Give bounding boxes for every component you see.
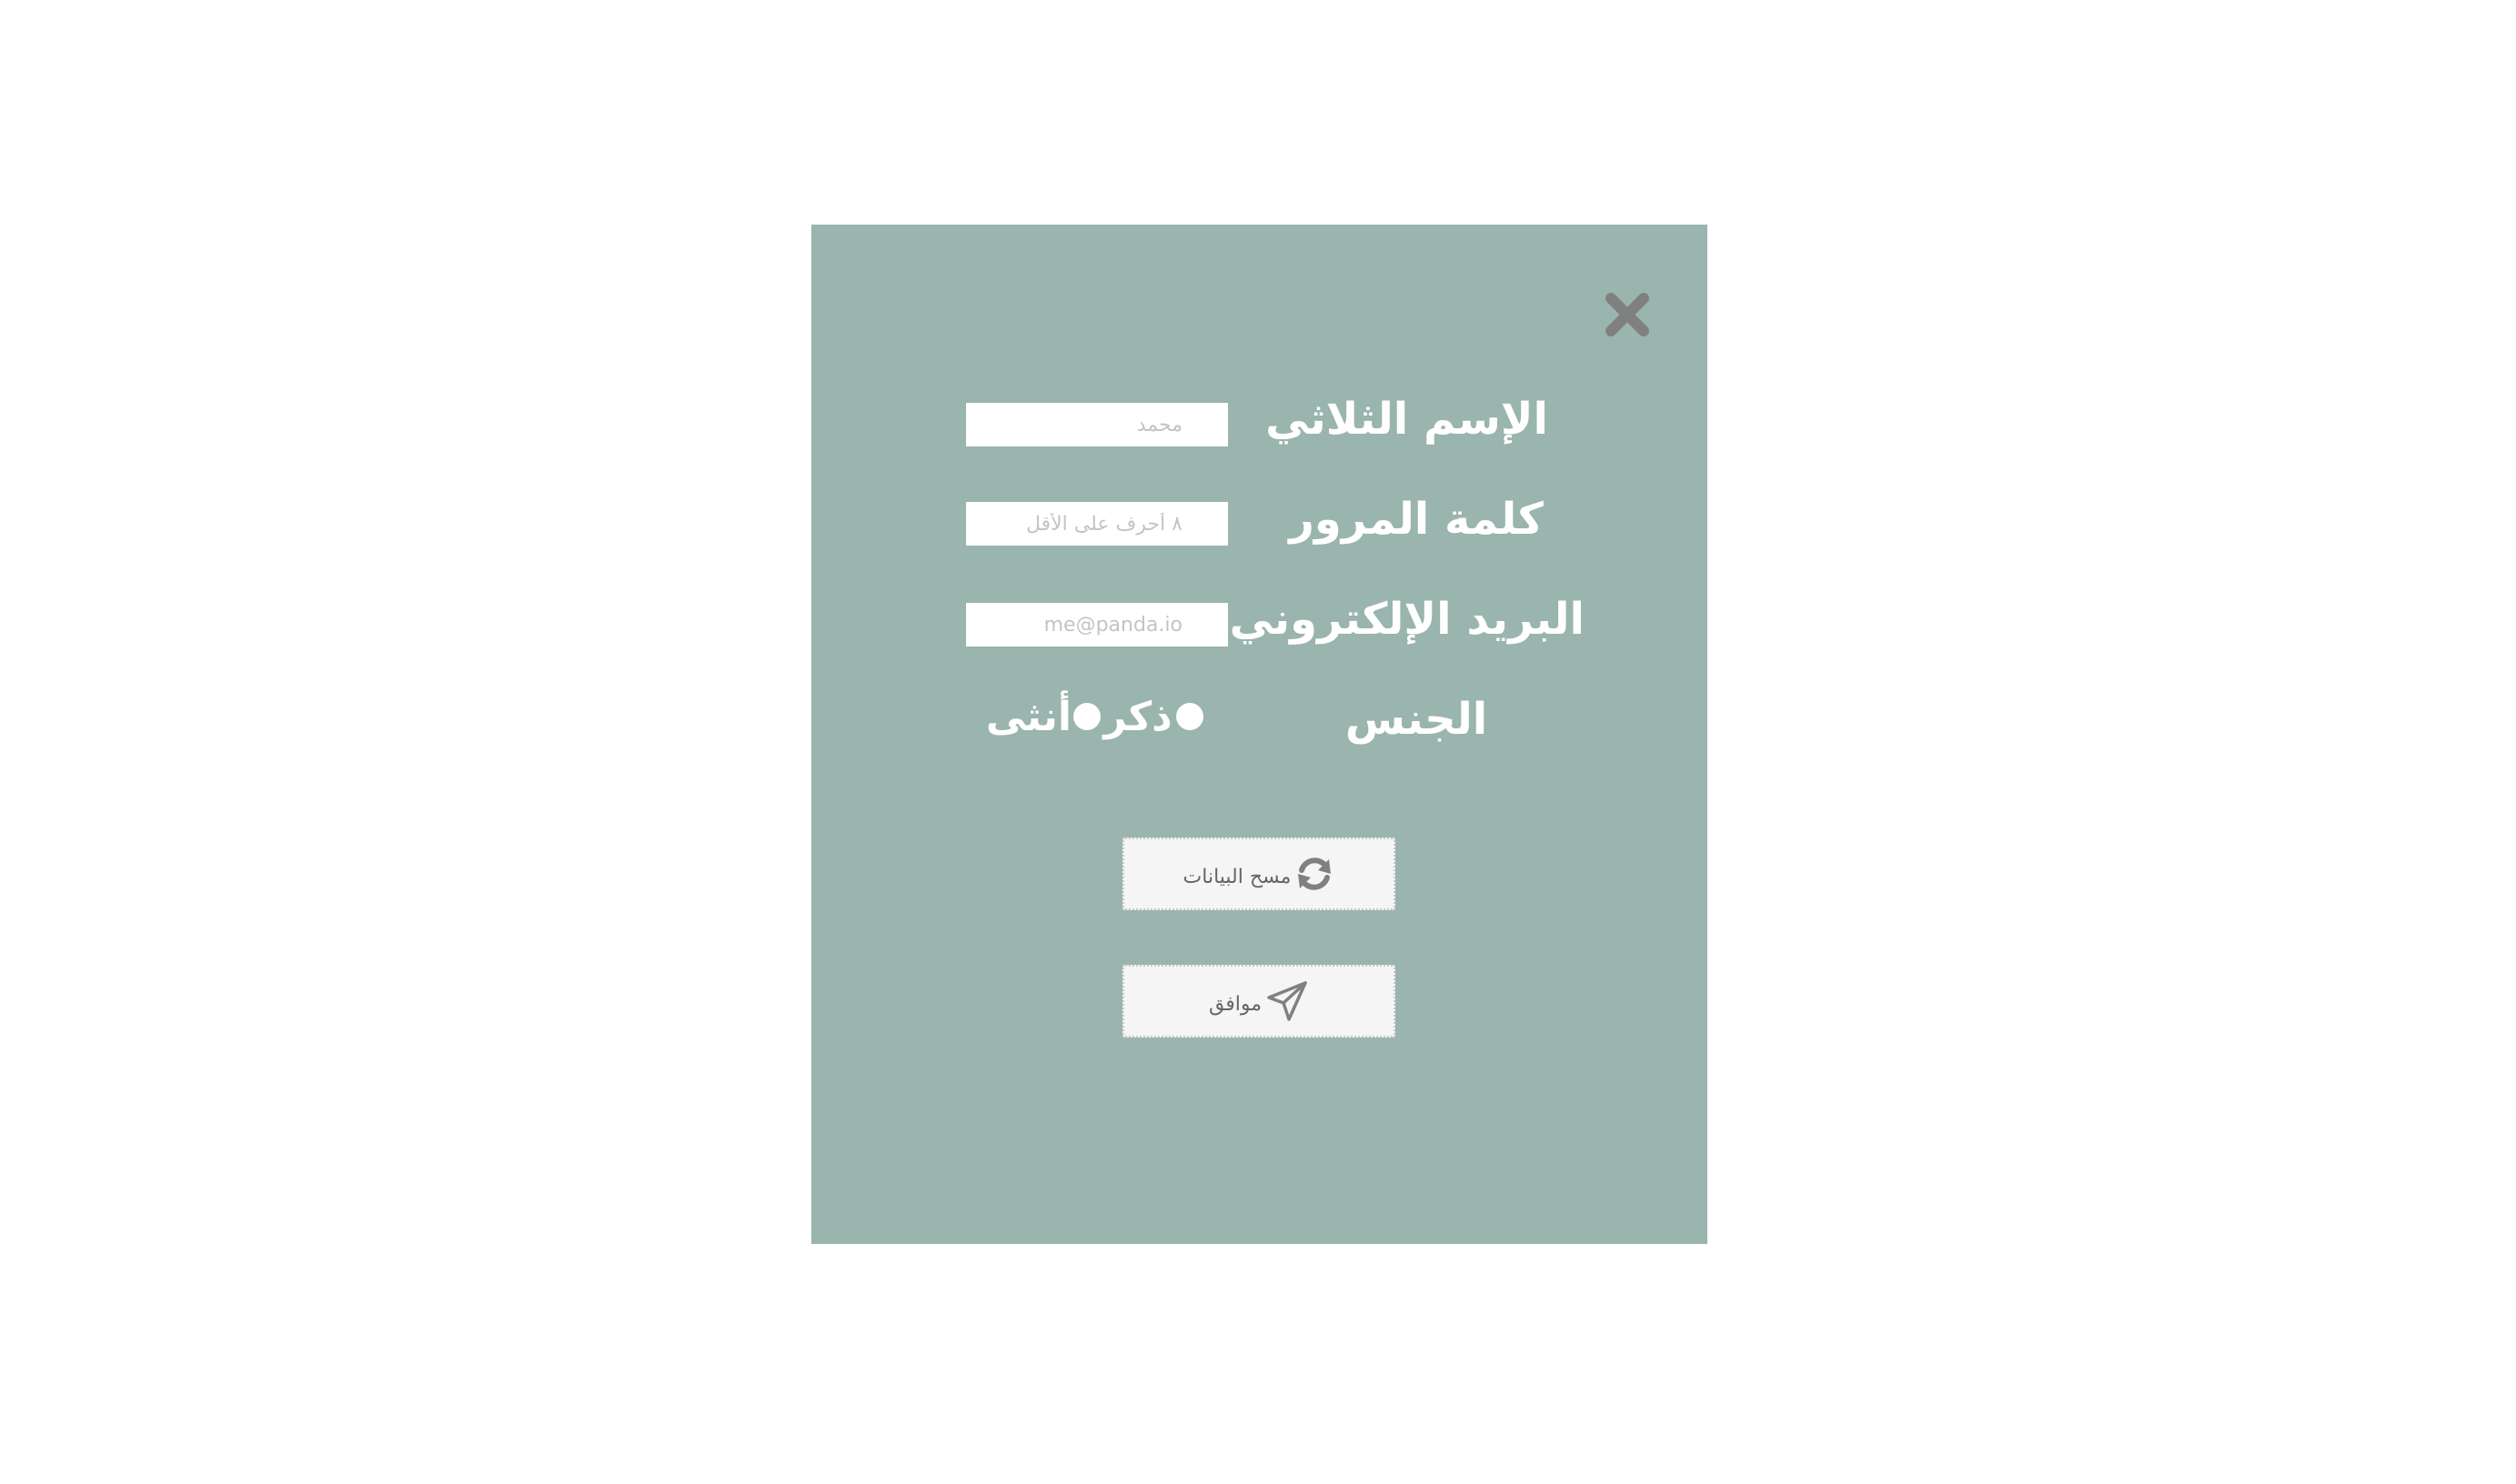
reset-button[interactable]: مسح البيانات	[1122, 837, 1395, 910]
password-input[interactable]	[966, 502, 1228, 546]
paper-plane-icon	[1265, 979, 1309, 1023]
full-name-label: الإسم الثلاثي	[1265, 394, 1548, 445]
close-icon[interactable]	[1600, 287, 1655, 342]
gender-male-label: ذكر	[1103, 694, 1172, 740]
gender-female-label: أنثى	[985, 694, 1072, 740]
gender-label: الجنس	[1344, 694, 1488, 745]
reset-button-label: مسح البيانات	[1183, 865, 1292, 888]
email-input[interactable]	[966, 603, 1228, 647]
refresh-icon	[1294, 854, 1334, 894]
submit-button[interactable]: موافق	[1122, 965, 1395, 1038]
gender-male-radio[interactable]	[1176, 703, 1203, 730]
submit-button-label: موافق	[1208, 992, 1263, 1016]
registration-modal: الإسم الثلاثي كلمة المرور البريد الإلكتر…	[811, 225, 1707, 1244]
gender-female-radio[interactable]	[1073, 703, 1101, 730]
email-label: البريد الإلكتروني	[1229, 594, 1585, 645]
full-name-input[interactable]	[966, 403, 1228, 446]
password-label: كلمة المرور	[1289, 494, 1544, 545]
